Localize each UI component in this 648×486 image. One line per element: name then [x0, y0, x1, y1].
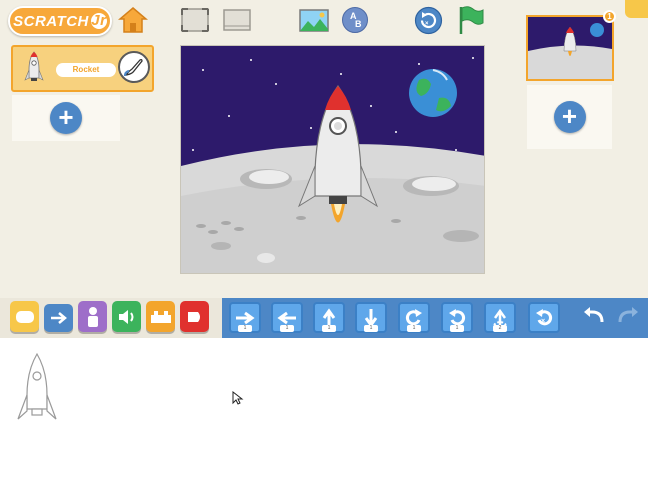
add-page-button[interactable]: +: [553, 101, 586, 133]
logo-text: SCRATCH: [13, 12, 89, 30]
paint-editor-icon[interactable]: [118, 51, 150, 83]
move-up-block[interactable]: 1: [313, 302, 345, 333]
turn-left-block[interactable]: 1: [441, 302, 473, 333]
category-triggering[interactable]: [10, 301, 39, 332]
svg-text:×: ×: [541, 318, 545, 325]
stage-scene: [181, 46, 484, 273]
go-home-block[interactable]: ×: [528, 302, 560, 333]
presentation-mode-icon[interactable]: [179, 6, 211, 34]
reset-characters-icon[interactable]: ×: [414, 6, 443, 35]
home-icon[interactable]: [118, 6, 148, 34]
svg-text:×: ×: [425, 21, 429, 27]
category-motion[interactable]: [44, 304, 73, 332]
block-value[interactable]: 2: [493, 325, 507, 332]
move-down-block[interactable]: 1: [355, 302, 387, 333]
add-sprite-panel: +: [12, 95, 120, 141]
category-sound[interactable]: [112, 301, 141, 332]
category-control[interactable]: [146, 301, 175, 332]
block-value[interactable]: 1: [280, 325, 294, 332]
add-text-icon[interactable]: A B: [341, 6, 369, 34]
scratchjr-logo[interactable]: SCRATCH Jr: [8, 6, 112, 36]
page-number-badge: 1: [603, 10, 616, 23]
turn-right-block[interactable]: 1: [398, 302, 430, 333]
page-thumbnail-1[interactable]: [526, 15, 614, 81]
block-value[interactable]: 1: [364, 325, 378, 332]
redo-icon[interactable]: [614, 304, 640, 330]
svg-text:B: B: [355, 19, 362, 29]
change-background-icon[interactable]: [298, 7, 330, 34]
add-page-panel: +: [527, 85, 612, 149]
block-value[interactable]: 1: [407, 325, 421, 332]
mouse-cursor-icon: [232, 391, 244, 405]
category-looks[interactable]: [78, 301, 107, 332]
move-left-block[interactable]: 1: [271, 302, 303, 333]
rocket-script-preview: [17, 352, 57, 420]
sprite-card-rocket[interactable]: Rocket: [11, 45, 154, 92]
move-right-block[interactable]: 1: [229, 302, 261, 333]
block-value[interactable]: 1: [238, 325, 252, 332]
green-flag-icon[interactable]: [456, 4, 486, 36]
rocket-thumbnail: [24, 51, 44, 81]
sprite-name: Rocket: [56, 63, 116, 77]
grid-icon[interactable]: [222, 8, 252, 32]
page-thumbnail-scene: [528, 17, 612, 79]
logo-suffix: Jr: [90, 12, 107, 29]
block-value[interactable]: 1: [450, 325, 464, 332]
stage[interactable]: [180, 45, 485, 274]
block-value[interactable]: 1: [322, 325, 336, 332]
category-end[interactable]: [180, 301, 209, 332]
script-area[interactable]: [0, 338, 648, 486]
hop-block[interactable]: 2: [484, 302, 516, 333]
add-sprite-button[interactable]: +: [50, 102, 82, 134]
corner-tab[interactable]: [625, 0, 648, 18]
undo-icon[interactable]: [582, 304, 608, 330]
